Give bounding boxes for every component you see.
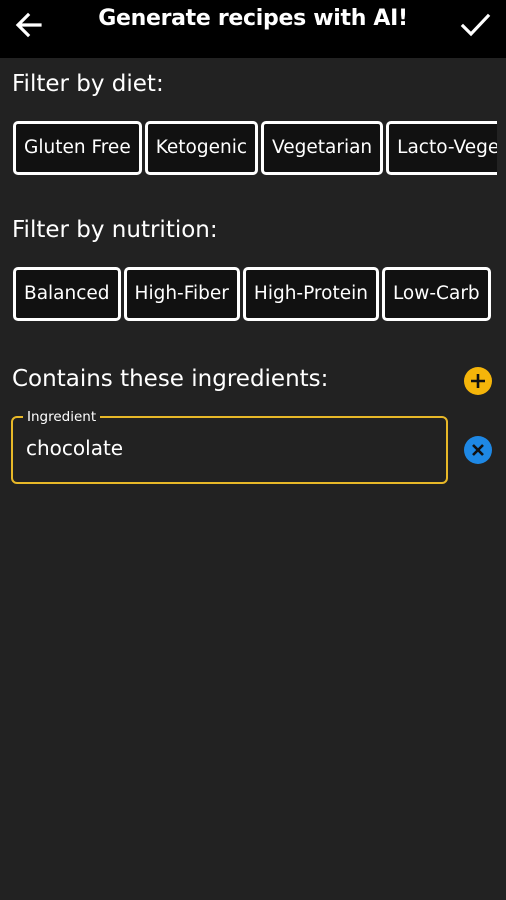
ingredient-field-label: Ingredient bbox=[23, 408, 101, 426]
chip-label: Low-Carb bbox=[392, 283, 480, 304]
diet-chip-gluten-free[interactable]: Gluten Free bbox=[13, 121, 142, 175]
chip-label: Gluten Free bbox=[24, 137, 131, 158]
confirm-button[interactable] bbox=[458, 8, 492, 42]
diet-chip-lacto-vegetarian[interactable]: Lacto-Vegetarian bbox=[386, 121, 497, 175]
chip-label: Lacto-Vegetarian bbox=[397, 137, 497, 158]
chip-label: High-Protein bbox=[253, 283, 368, 304]
nutrition-filter-title: Filter by nutrition: bbox=[12, 217, 218, 243]
plus-circle-icon bbox=[464, 367, 492, 395]
chip-label: High-Fiber bbox=[134, 283, 229, 304]
diet-chip-ketogenic[interactable]: Ketogenic bbox=[144, 121, 259, 175]
app-bar: Generate recipes with AI! bbox=[0, 0, 506, 58]
nutrition-chip-balanced[interactable]: Balanced bbox=[13, 267, 121, 321]
close-circle-icon bbox=[464, 436, 492, 464]
ingredient-input-value[interactable]: chocolate bbox=[26, 436, 123, 460]
nutrition-chip-high-fiber[interactable]: High-Fiber bbox=[123, 267, 240, 321]
diet-filter-title: Filter by diet: bbox=[12, 71, 164, 97]
remove-ingredient-button[interactable] bbox=[463, 435, 493, 465]
nutrition-chip-low-carb[interactable]: Low-Carb bbox=[381, 267, 491, 321]
chip-label: Ketogenic bbox=[155, 137, 248, 158]
nutrition-chip-row[interactable]: Balanced High-Fiber High-Protein Low-Carb bbox=[13, 267, 497, 327]
checkmark-icon bbox=[460, 13, 491, 37]
add-ingredient-button[interactable] bbox=[463, 366, 493, 396]
diet-chip-vegetarian[interactable]: Vegetarian bbox=[261, 121, 384, 175]
page-title: Generate recipes with AI! bbox=[98, 6, 408, 31]
chip-label: Vegetarian bbox=[272, 137, 373, 158]
nutrition-chip-high-protein[interactable]: High-Protein bbox=[242, 267, 379, 321]
chip-label: Balanced bbox=[24, 283, 110, 304]
diet-chip-row[interactable]: Gluten Free Ketogenic Vegetarian Lacto-Vege… bbox=[13, 121, 497, 181]
ingredients-title: Contains these ingredients: bbox=[12, 366, 329, 392]
ingredient-input-field[interactable]: Ingredient chocolate bbox=[11, 408, 448, 484]
